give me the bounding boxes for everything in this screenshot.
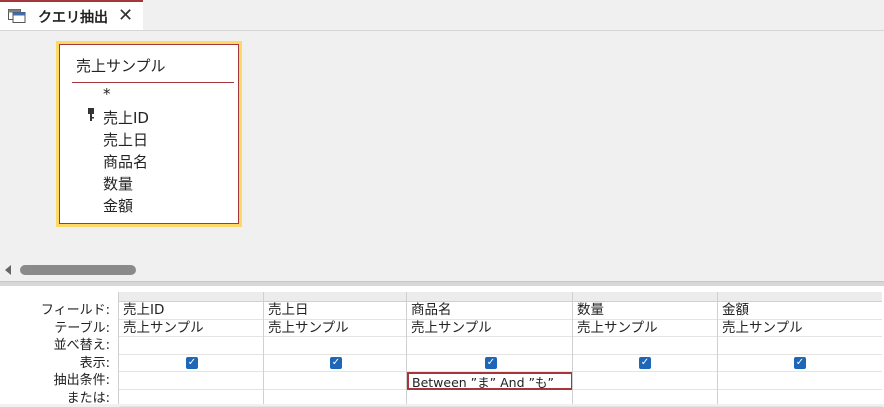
sort-cell[interactable] — [573, 337, 718, 355]
row-label-or: または: — [0, 390, 114, 407]
query-design-grid: フィールド: テーブル: 並べ替え: 表示: 抽出条件: または: 売上ID 売… — [0, 286, 884, 404]
criteria-cell[interactable] — [119, 372, 264, 390]
table-cell[interactable]: 売上サンプル — [573, 320, 718, 338]
horizontal-scrollbar[interactable] — [0, 261, 884, 279]
row-label-table: テーブル: — [0, 320, 114, 338]
field-list-item[interactable]: 金額 — [103, 195, 133, 216]
table-cell[interactable]: 売上サンプル — [264, 320, 407, 338]
field-list-title[interactable]: 売上サンプル — [76, 55, 166, 76]
field-cell[interactable]: 数量 — [573, 302, 718, 320]
criteria-cell[interactable] — [264, 372, 407, 390]
show-cell[interactable]: ✓ — [573, 355, 718, 373]
grid-row-labels: フィールド: テーブル: 並べ替え: 表示: 抽出条件: または: — [0, 302, 114, 407]
sort-cell[interactable] — [718, 337, 882, 355]
primary-key-icon — [86, 108, 96, 122]
field-cell[interactable]: 売上日 — [264, 302, 407, 320]
show-checkbox[interactable]: ✓ — [639, 357, 651, 369]
table-cell[interactable]: 売上サンプル — [119, 320, 264, 338]
criteria-cell[interactable] — [718, 372, 882, 390]
column-selector[interactable] — [264, 292, 407, 302]
grid-columns: 売上ID 売上サンプル ✓ 売上日 売上サンプル ✓ 商品名 売上サンプル ✓ … — [118, 292, 884, 404]
or-cell[interactable] — [573, 390, 718, 407]
or-cell[interactable] — [718, 390, 882, 407]
column-selector[interactable] — [119, 292, 264, 302]
criteria-cell[interactable]: Between ”ま” And ”も” — [407, 372, 573, 390]
tab-query[interactable]: クエリ抽出 ✕ — [0, 0, 143, 30]
field-list-body: 売上サンプル * 売上ID 売上日 商品名 数量 金額 — [59, 44, 239, 224]
show-cell[interactable]: ✓ — [407, 355, 573, 373]
or-cell[interactable] — [119, 390, 264, 407]
divider — [72, 82, 234, 83]
sort-cell[interactable] — [119, 337, 264, 355]
show-checkbox[interactable]: ✓ — [485, 357, 497, 369]
scroll-thumb[interactable] — [20, 265, 136, 275]
table-cell[interactable]: 売上サンプル — [407, 320, 573, 338]
field-list-item[interactable]: 数量 — [103, 173, 133, 194]
sort-cell[interactable] — [264, 337, 407, 355]
scroll-left-icon[interactable] — [5, 265, 11, 275]
close-icon[interactable]: ✕ — [118, 5, 133, 26]
show-cell[interactable]: ✓ — [264, 355, 407, 373]
row-label-field: フィールド: — [0, 302, 114, 320]
grid-column: 売上ID 売上サンプル ✓ — [118, 292, 264, 404]
row-label-show: 表示: — [0, 355, 114, 373]
field-list-item[interactable]: 商品名 — [103, 151, 148, 172]
show-checkbox[interactable]: ✓ — [794, 357, 806, 369]
field-list-item-all[interactable]: * — [103, 85, 111, 103]
document-tab-bar: クエリ抽出 ✕ — [0, 0, 884, 31]
or-cell[interactable] — [264, 390, 407, 407]
row-label-sort: 並べ替え: — [0, 337, 114, 355]
table-cell[interactable]: 売上サンプル — [718, 320, 882, 338]
show-cell[interactable]: ✓ — [718, 355, 882, 373]
field-list-item[interactable]: 売上ID — [103, 107, 149, 128]
sort-cell[interactable] — [407, 337, 573, 355]
show-cell[interactable]: ✓ — [119, 355, 264, 373]
criteria-cell[interactable] — [573, 372, 718, 390]
show-checkbox[interactable]: ✓ — [186, 357, 198, 369]
field-list-window[interactable]: 売上サンプル * 売上ID 売上日 商品名 数量 金額 — [56, 41, 242, 227]
grid-column: 金額 売上サンプル ✓ — [717, 292, 882, 404]
grid-column: 商品名 売上サンプル ✓ Between ”ま” And ”も” — [406, 292, 573, 404]
query-icon — [8, 9, 26, 23]
field-cell[interactable]: 金額 — [718, 302, 882, 320]
column-selector[interactable] — [573, 292, 718, 302]
field-list-item[interactable]: 売上日 — [103, 129, 148, 150]
or-cell[interactable] — [407, 390, 573, 407]
column-selector[interactable] — [718, 292, 882, 302]
field-cell[interactable]: 売上ID — [119, 302, 264, 320]
column-selector[interactable] — [407, 292, 573, 302]
field-cell[interactable]: 商品名 — [407, 302, 573, 320]
show-checkbox[interactable]: ✓ — [330, 357, 342, 369]
grid-column: 売上日 売上サンプル ✓ — [263, 292, 407, 404]
grid-column: 数量 売上サンプル ✓ — [572, 292, 718, 404]
tab-label: クエリ抽出 — [38, 7, 108, 27]
row-label-criteria: 抽出条件: — [0, 372, 114, 390]
